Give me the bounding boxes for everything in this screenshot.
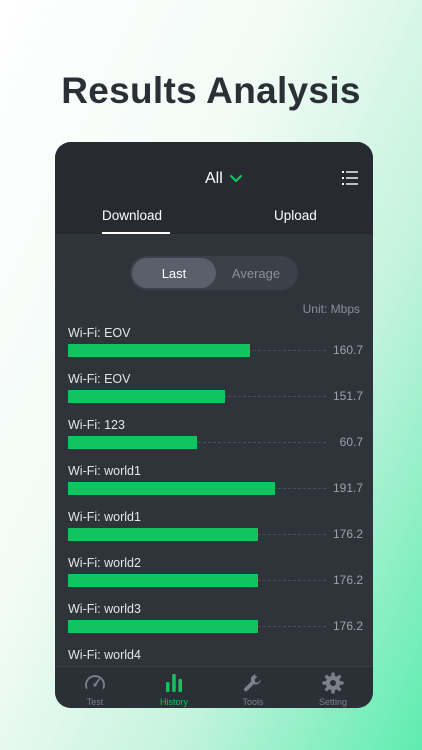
list-menu-icon[interactable] xyxy=(342,170,358,186)
speed-bar xyxy=(68,436,197,449)
speed-value: 60.7 xyxy=(339,435,363,449)
speed-value: 191.7 xyxy=(332,481,363,495)
network-name: Wi-Fi: 123 xyxy=(68,418,125,432)
tab-setting[interactable]: Setting xyxy=(301,671,365,707)
segment-average[interactable]: Average xyxy=(216,258,296,288)
unit-label: Unit: Mbps xyxy=(302,302,360,316)
network-filter-select[interactable]: All xyxy=(205,168,243,190)
result-row[interactable]: Wi-Fi: 123 60.7 xyxy=(68,418,363,458)
network-name: Wi-Fi: world2 xyxy=(68,556,141,570)
tab-test[interactable]: Test xyxy=(63,671,127,707)
result-row[interactable]: Wi-Fi: world3 176.2 xyxy=(68,602,363,642)
network-name: Wi-Fi: world1 xyxy=(68,510,141,524)
tab-history[interactable]: History xyxy=(142,671,206,707)
result-row[interactable]: Wi-Fi: world2 176.2 xyxy=(68,556,363,596)
chevron-down-icon xyxy=(229,174,242,183)
speed-value: 176.2 xyxy=(332,619,363,633)
top-bar: All Download Upload xyxy=(55,142,373,234)
speed-bar xyxy=(68,344,250,357)
segment-last[interactable]: Last xyxy=(132,258,216,288)
view-mode-segmented-control: Last Average xyxy=(130,256,298,290)
result-row[interactable]: Wi-Fi: world1 176.2 xyxy=(68,510,363,550)
network-name: Wi-Fi: world4 xyxy=(68,648,141,662)
speed-bar xyxy=(68,482,275,495)
network-name: Wi-Fi: world1 xyxy=(68,464,141,478)
network-name: Wi-Fi: EOV xyxy=(68,372,131,386)
wrench-icon xyxy=(243,674,261,692)
speed-bar xyxy=(68,528,258,541)
result-row[interactable]: Wi-Fi: world1 191.7 xyxy=(68,464,363,504)
network-name: Wi-Fi: world3 xyxy=(68,602,141,616)
page-headline: Results Analysis xyxy=(61,70,361,111)
tab-tools-label: Tools xyxy=(242,697,264,707)
speed-value: 151.7 xyxy=(332,389,363,403)
bar-chart-icon xyxy=(166,674,182,692)
speed-bar xyxy=(68,574,258,587)
bottom-tab-bar: Test History Tools Setting xyxy=(55,666,373,708)
filter-label: All xyxy=(205,170,223,187)
speed-bar xyxy=(68,620,258,633)
result-row[interactable]: Wi-Fi: EOV 160.7 xyxy=(68,326,363,366)
speed-bar xyxy=(68,390,225,403)
network-name: Wi-Fi: EOV xyxy=(68,326,131,340)
active-tab-indicator xyxy=(102,232,170,234)
phone-screen: All Download Upload Last Average Unit: M… xyxy=(55,142,373,708)
tab-test-label: Test xyxy=(86,697,104,707)
tab-setting-label: Setting xyxy=(318,697,348,707)
speedometer-icon xyxy=(85,675,105,689)
gear-icon xyxy=(322,672,344,694)
speed-value: 160.7 xyxy=(332,343,363,357)
tab-download[interactable]: Download xyxy=(102,208,162,223)
speed-value: 176.2 xyxy=(332,527,363,541)
tab-upload[interactable]: Upload xyxy=(274,208,317,223)
speed-value: 176.2 xyxy=(332,573,363,587)
result-row[interactable]: Wi-Fi: EOV 151.7 xyxy=(68,372,363,412)
tab-tools[interactable]: Tools xyxy=(221,671,285,707)
tab-history-label: History xyxy=(159,697,188,707)
